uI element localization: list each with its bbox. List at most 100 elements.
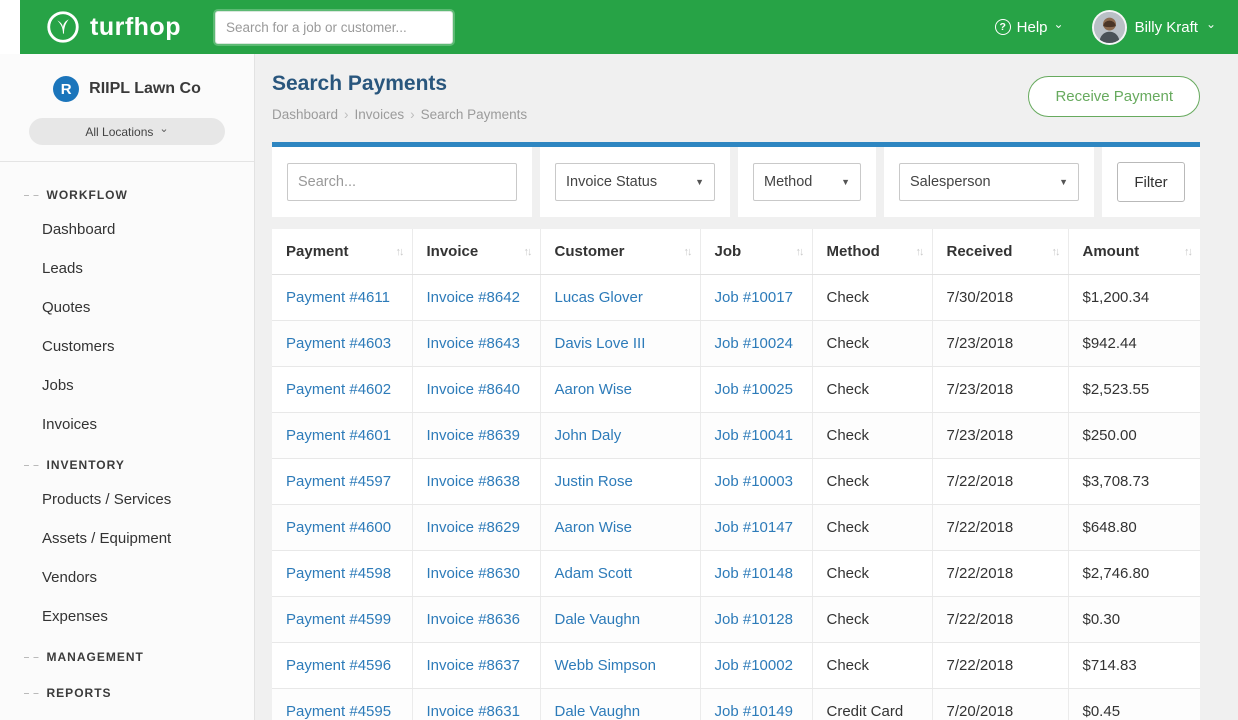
breadcrumb-dashboard[interactable]: Dashboard xyxy=(272,107,349,122)
invoice-status-value: Invoice Status xyxy=(566,174,657,190)
table-cell-link[interactable]: Invoice #8640 xyxy=(427,381,520,398)
table-cell-link[interactable]: Payment #4600 xyxy=(286,519,391,536)
table-cell-link[interactable]: Job #10024 xyxy=(715,335,793,352)
table-cell-text: $1,200.34 xyxy=(1083,289,1150,306)
column-label: Received xyxy=(947,243,1013,260)
column-header-invoice[interactable]: Invoice xyxy=(412,229,540,275)
table-cell-link[interactable]: Job #10128 xyxy=(715,611,793,628)
turfhop-logo[interactable]: turfhop xyxy=(44,8,181,46)
table-cell-link[interactable]: Justin Rose xyxy=(555,473,633,490)
table-cell: Check xyxy=(812,459,932,505)
salesperson-select[interactable]: Salesperson xyxy=(899,163,1079,201)
sidebar-item-customers[interactable]: Customers xyxy=(0,327,254,366)
table-cell-link[interactable]: Job #10002 xyxy=(715,657,793,674)
table-cell-link[interactable]: Payment #4603 xyxy=(286,335,391,352)
table-cell: Invoice #8636 xyxy=(412,597,540,643)
user-menu[interactable]: Billy Kraft xyxy=(1074,10,1216,45)
table-cell-link[interactable]: Payment #4597 xyxy=(286,473,391,490)
table-cell-link[interactable]: Invoice #8643 xyxy=(427,335,520,352)
table-cell: Job #10147 xyxy=(700,505,812,551)
table-cell-link[interactable]: Invoice #8639 xyxy=(427,427,520,444)
table-cell-link[interactable]: Invoice #8630 xyxy=(427,565,520,582)
table-cell: $2,746.80 xyxy=(1068,551,1200,597)
table-cell-link[interactable]: Davis Love III xyxy=(555,335,646,352)
filter-button[interactable]: Filter xyxy=(1117,162,1185,202)
table-cell-link[interactable]: Aaron Wise xyxy=(555,381,633,398)
column-header-customer[interactable]: Customer xyxy=(540,229,700,275)
table-cell-link[interactable]: Job #10148 xyxy=(715,565,793,582)
table-cell: Invoice #8630 xyxy=(412,551,540,597)
table-cell-link[interactable]: Invoice #8637 xyxy=(427,657,520,674)
receive-payment-button[interactable]: Receive Payment xyxy=(1028,76,1200,117)
table-cell-link[interactable]: Job #10147 xyxy=(715,519,793,536)
sidebar-item-vendors[interactable]: Vendors xyxy=(0,558,254,597)
help-menu[interactable]: Help xyxy=(995,19,1064,36)
column-header-job[interactable]: Job xyxy=(700,229,812,275)
table-cell-link[interactable]: Invoice #8629 xyxy=(427,519,520,536)
invoice-status-select[interactable]: Invoice Status xyxy=(555,163,715,201)
table-cell-link[interactable]: Aaron Wise xyxy=(555,519,633,536)
column-header-payment[interactable]: Payment xyxy=(272,229,412,275)
column-header-amount[interactable]: Amount xyxy=(1068,229,1200,275)
table-cell: 7/22/2018 xyxy=(932,597,1068,643)
locations-dropdown[interactable]: All Locations xyxy=(29,118,225,145)
table-cell: Justin Rose xyxy=(540,459,700,505)
table-cell-link[interactable]: Job #10003 xyxy=(715,473,793,490)
table-cell-link[interactable]: Payment #4601 xyxy=(286,427,391,444)
table-cell-link[interactable]: Job #10149 xyxy=(715,703,793,720)
column-header-received[interactable]: Received xyxy=(932,229,1068,275)
table-row: Payment #4611 Invoice #8642 Lucas Glover Jo… xyxy=(272,275,1200,321)
table-cell-text: 7/20/2018 xyxy=(947,703,1014,720)
table-cell-link[interactable]: Adam Scott xyxy=(555,565,633,582)
sidebar-item-invoices[interactable]: Invoices xyxy=(0,405,254,444)
sidebar-item-products-services[interactable]: Products / Services xyxy=(0,480,254,519)
table-cell: Job #10025 xyxy=(700,367,812,413)
body-row: R RIIPL Lawn Co All Locations WORKFLOW D… xyxy=(0,54,1238,720)
table-cell-text: 7/30/2018 xyxy=(947,289,1014,306)
table-cell-link[interactable]: Payment #4611 xyxy=(286,289,390,306)
table-cell-link[interactable]: John Daly xyxy=(555,427,622,444)
sidebar-item-dashboard[interactable]: Dashboard xyxy=(0,210,254,249)
sidebar-item-jobs[interactable]: Jobs xyxy=(0,366,254,405)
sidebar-section-management[interactable]: MANAGEMENT xyxy=(0,636,254,672)
table-cell-link[interactable]: Invoice #8642 xyxy=(427,289,520,306)
column-header-method[interactable]: Method xyxy=(812,229,932,275)
sidebar-item-leads[interactable]: Leads xyxy=(0,249,254,288)
table-cell-link[interactable]: Job #10017 xyxy=(715,289,793,306)
table-cell-link[interactable]: Payment #4598 xyxy=(286,565,391,582)
table-cell-link[interactable]: Payment #4602 xyxy=(286,381,391,398)
column-label: Method xyxy=(827,243,880,260)
filter-button-cell: Filter xyxy=(1102,147,1200,217)
breadcrumb: Dashboard Invoices Search Payments xyxy=(272,107,527,122)
sidebar-item-expenses[interactable]: Expenses xyxy=(0,597,254,636)
table-cell-link[interactable]: Dale Vaughn xyxy=(555,703,641,720)
table-cell-link[interactable]: Invoice #8631 xyxy=(427,703,520,720)
sidebar-section-inventory[interactable]: INVENTORY xyxy=(0,444,254,480)
table-cell-text: 7/22/2018 xyxy=(947,657,1014,674)
table-cell-link[interactable]: Invoice #8636 xyxy=(427,611,520,628)
table-cell: Invoice #8631 xyxy=(412,689,540,720)
table-cell-link[interactable]: Job #10041 xyxy=(715,427,793,444)
table-cell-link[interactable]: Payment #4599 xyxy=(286,611,391,628)
table-cell-link[interactable]: Payment #4595 xyxy=(286,703,391,720)
table-cell: 7/30/2018 xyxy=(932,275,1068,321)
table-cell-link[interactable]: Job #10025 xyxy=(715,381,793,398)
table-cell-link[interactable]: Payment #4596 xyxy=(286,657,391,674)
table-cell-link[interactable]: Webb Simpson xyxy=(555,657,656,674)
sidebar-item-assets-equipment[interactable]: Assets / Equipment xyxy=(0,519,254,558)
section-label: MANAGEMENT xyxy=(47,650,144,664)
table-cell-link[interactable]: Lucas Glover xyxy=(555,289,643,306)
payments-table: Payment Invoice Customer Job xyxy=(272,229,1200,720)
global-search-input[interactable] xyxy=(215,11,453,44)
table-cell-link[interactable]: Invoice #8638 xyxy=(427,473,520,490)
breadcrumb-invoices[interactable]: Invoices xyxy=(355,107,415,122)
table-cell-link[interactable]: Dale Vaughn xyxy=(555,611,641,628)
sidebar-section-workflow[interactable]: WORKFLOW xyxy=(0,174,254,210)
method-select[interactable]: Method xyxy=(753,163,861,201)
table-cell: Credit Card xyxy=(812,689,932,720)
sidebar-section-reports[interactable]: REPORTS xyxy=(0,672,254,708)
table-cell: Invoice #8629 xyxy=(412,505,540,551)
payments-search-input[interactable] xyxy=(287,163,517,201)
table-cell: Job #10002 xyxy=(700,643,812,689)
sidebar-item-quotes[interactable]: Quotes xyxy=(0,288,254,327)
